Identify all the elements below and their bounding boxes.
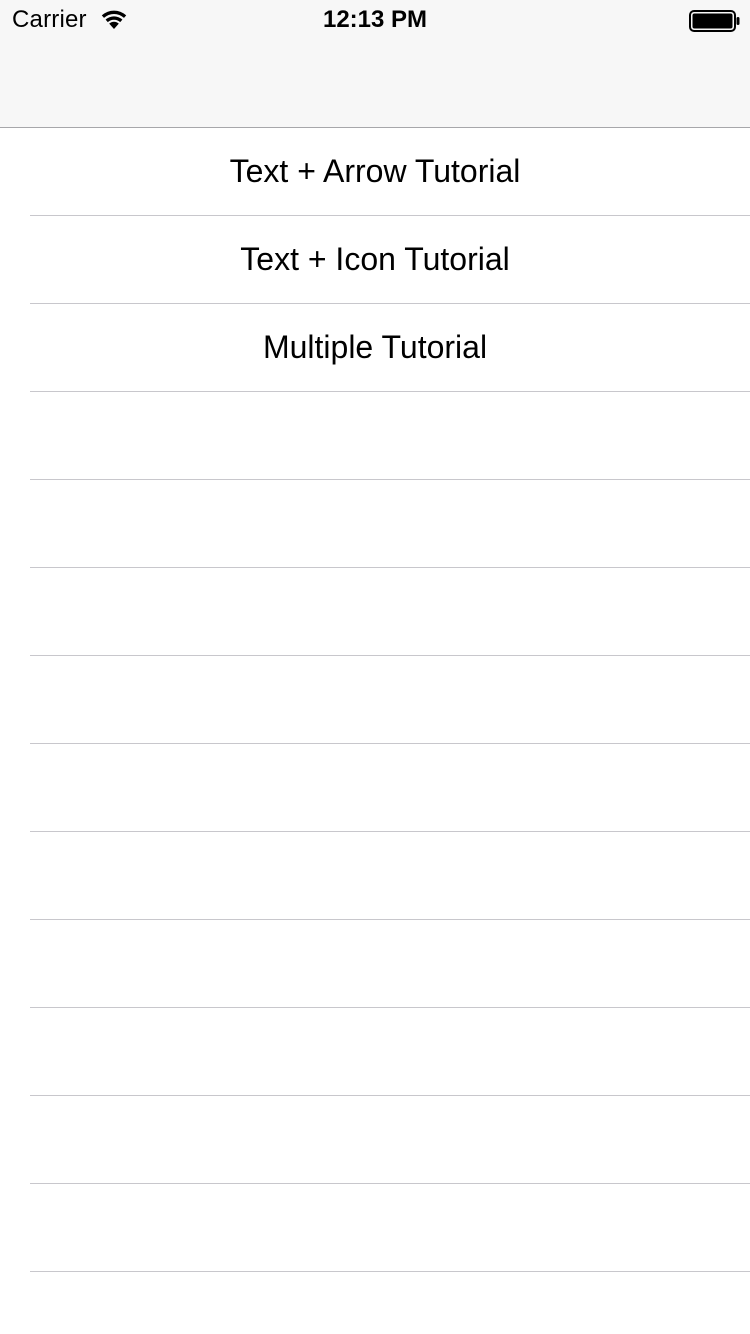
table-row-empty xyxy=(0,568,750,656)
row-label xyxy=(0,1096,750,1183)
table-row-empty xyxy=(0,392,750,480)
table-row-text-arrow-tutorial[interactable]: Text + Arrow Tutorial xyxy=(0,128,750,216)
row-label: Text + Icon Tutorial xyxy=(240,241,510,277)
table-row-empty xyxy=(0,1008,750,1096)
navigation-bar: Carrier 12:13 PM xyxy=(0,0,750,128)
row-label xyxy=(0,480,750,567)
row-label xyxy=(0,1008,750,1095)
row-label xyxy=(0,568,750,655)
row-label xyxy=(0,744,750,831)
table-row-multiple-tutorial[interactable]: Multiple Tutorial xyxy=(0,304,750,392)
tutorial-table: Text + Arrow Tutorial Text + Icon Tutori… xyxy=(0,128,750,1334)
row-label: Multiple Tutorial xyxy=(262,329,488,365)
table-row-empty xyxy=(0,656,750,744)
row-label xyxy=(0,832,750,919)
table-row-empty xyxy=(0,480,750,568)
status-time: 12:13 PM xyxy=(322,6,428,33)
row-label xyxy=(0,1184,750,1271)
table-row-empty xyxy=(0,1096,750,1184)
row-label: Text + Arrow Tutorial xyxy=(229,153,521,189)
row-label xyxy=(0,392,750,479)
status-bar: Carrier 12:13 PM xyxy=(0,0,750,40)
row-label xyxy=(0,656,750,743)
table-row-text-icon-tutorial[interactable]: Text + Icon Tutorial xyxy=(0,216,750,304)
table-row-empty xyxy=(0,744,750,832)
table-row-empty xyxy=(0,1184,750,1272)
battery-full-icon xyxy=(689,10,740,32)
row-label xyxy=(0,920,750,1007)
table-row-empty xyxy=(0,832,750,920)
app-screen: Carrier 12:13 PM Text + Arrow Tutorial T… xyxy=(0,0,750,1334)
row-separator xyxy=(30,1271,750,1272)
table-row-empty xyxy=(0,920,750,1008)
